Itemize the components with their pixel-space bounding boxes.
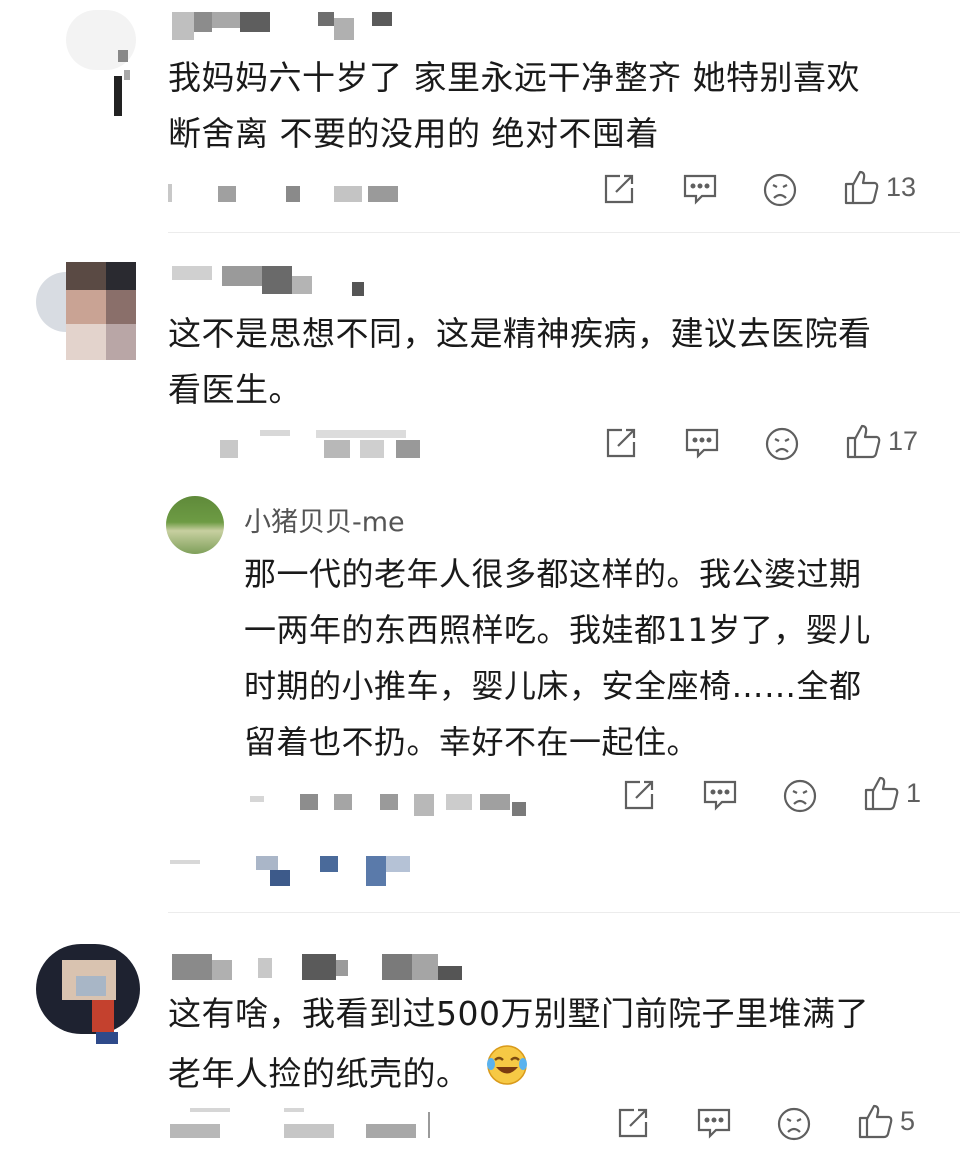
comment-icon [702, 778, 738, 812]
like-count: 13 [886, 171, 917, 202]
divider [168, 912, 960, 913]
share-icon [622, 778, 656, 812]
divider [168, 232, 960, 233]
reply-username[interactable]: 小猪贝贝-me [244, 500, 405, 539]
comment-icon [696, 1106, 732, 1140]
share-icon [602, 172, 636, 206]
sad-face-icon [764, 426, 800, 462]
dislike-button[interactable] [764, 426, 800, 462]
reply-text: 那一代的老年人很多都这样的。我公婆过期 一两年的东西照样吃。我娃都11岁了，婴儿… [244, 546, 944, 770]
comment-text: 这有啥，我看到过500万别墅门前院子里堆满了 老年人捡的纸壳的。 [168, 986, 948, 1105]
comment-text-line: 断舍离 不要的没用的 绝对不囤着 [168, 114, 659, 153]
reply-avatar[interactable] [166, 496, 224, 554]
share-button[interactable] [616, 1106, 650, 1140]
username-censored[interactable] [172, 10, 402, 44]
share-button[interactable] [602, 172, 636, 206]
share-button[interactable] [604, 426, 638, 460]
dislike-button[interactable] [782, 778, 818, 814]
like-button[interactable]: 1 [862, 774, 921, 812]
comment-text: 我妈妈六十岁了 家里永远干净整齐 她特别喜欢 断舍离 不要的没用的 绝对不囤着 [168, 50, 948, 162]
reply-text-line: 那一代的老年人很多都这样的。我公婆过期 [244, 555, 862, 593]
like-button[interactable]: 17 [844, 422, 918, 460]
comment-text-line: 看医生。 [168, 370, 302, 409]
comment-text-fragment: 老年人捡的纸壳的。 [168, 1053, 470, 1093]
comment-icon [682, 172, 718, 206]
like-count: 1 [906, 777, 922, 808]
sad-face-icon [782, 778, 818, 814]
like-count: 5 [900, 1105, 916, 1136]
thumbs-up-icon [862, 774, 900, 812]
dislike-button[interactable] [762, 172, 798, 208]
comment-text: 这不是思想不同，这是精神疾病，建议去医院看 看医生。 [168, 306, 948, 418]
reply-button[interactable] [696, 1106, 732, 1140]
reply-text-line: 留着也不扔。幸好不在一起住。 [244, 723, 700, 761]
thumbs-up-icon [856, 1102, 894, 1140]
reply-button[interactable] [684, 426, 720, 460]
username-censored[interactable] [172, 950, 472, 984]
meta-censored [168, 180, 428, 206]
share-icon [616, 1106, 650, 1140]
sad-face-icon [762, 172, 798, 208]
reply-text-line: 一两年的东西照样吃。我娃都11岁了，婴儿 [244, 611, 871, 649]
comment-text-line: 这不是思想不同，这是精神疾病，建议去医院看 [168, 314, 872, 353]
more-replies-censored[interactable] [170, 852, 430, 892]
share-button[interactable] [622, 778, 656, 812]
meta-censored [220, 430, 460, 460]
comment-text-line: 这有啥，我看到过500万别墅门前院子里堆满了 [168, 994, 869, 1033]
like-count: 17 [888, 425, 919, 456]
thumbs-up-icon [844, 422, 882, 460]
sad-face-icon [776, 1106, 812, 1142]
reply-button[interactable] [702, 778, 738, 812]
reply-text-line: 时期的小推车，婴儿床，安全座椅……全都 [244, 667, 862, 705]
thumbs-up-icon [842, 168, 880, 206]
dislike-button[interactable] [776, 1106, 812, 1142]
username-censored[interactable] [172, 262, 372, 298]
reply-button[interactable] [682, 172, 718, 206]
comment-text-line: 我妈妈六十岁了 家里永远干净整齐 她特别喜欢 [168, 58, 860, 97]
avatar[interactable] [36, 262, 136, 362]
avatar[interactable] [36, 10, 136, 116]
avatar[interactable] [36, 936, 140, 1046]
like-button[interactable]: 5 [856, 1102, 915, 1140]
like-button[interactable]: 13 [842, 168, 916, 206]
comment-icon [684, 426, 720, 460]
laughing-crying-emoji [484, 1042, 530, 1105]
meta-censored [170, 1108, 440, 1138]
comment-text-line: 老年人捡的纸壳的。 [168, 1042, 948, 1105]
share-icon [604, 426, 638, 460]
meta-censored [250, 788, 530, 816]
